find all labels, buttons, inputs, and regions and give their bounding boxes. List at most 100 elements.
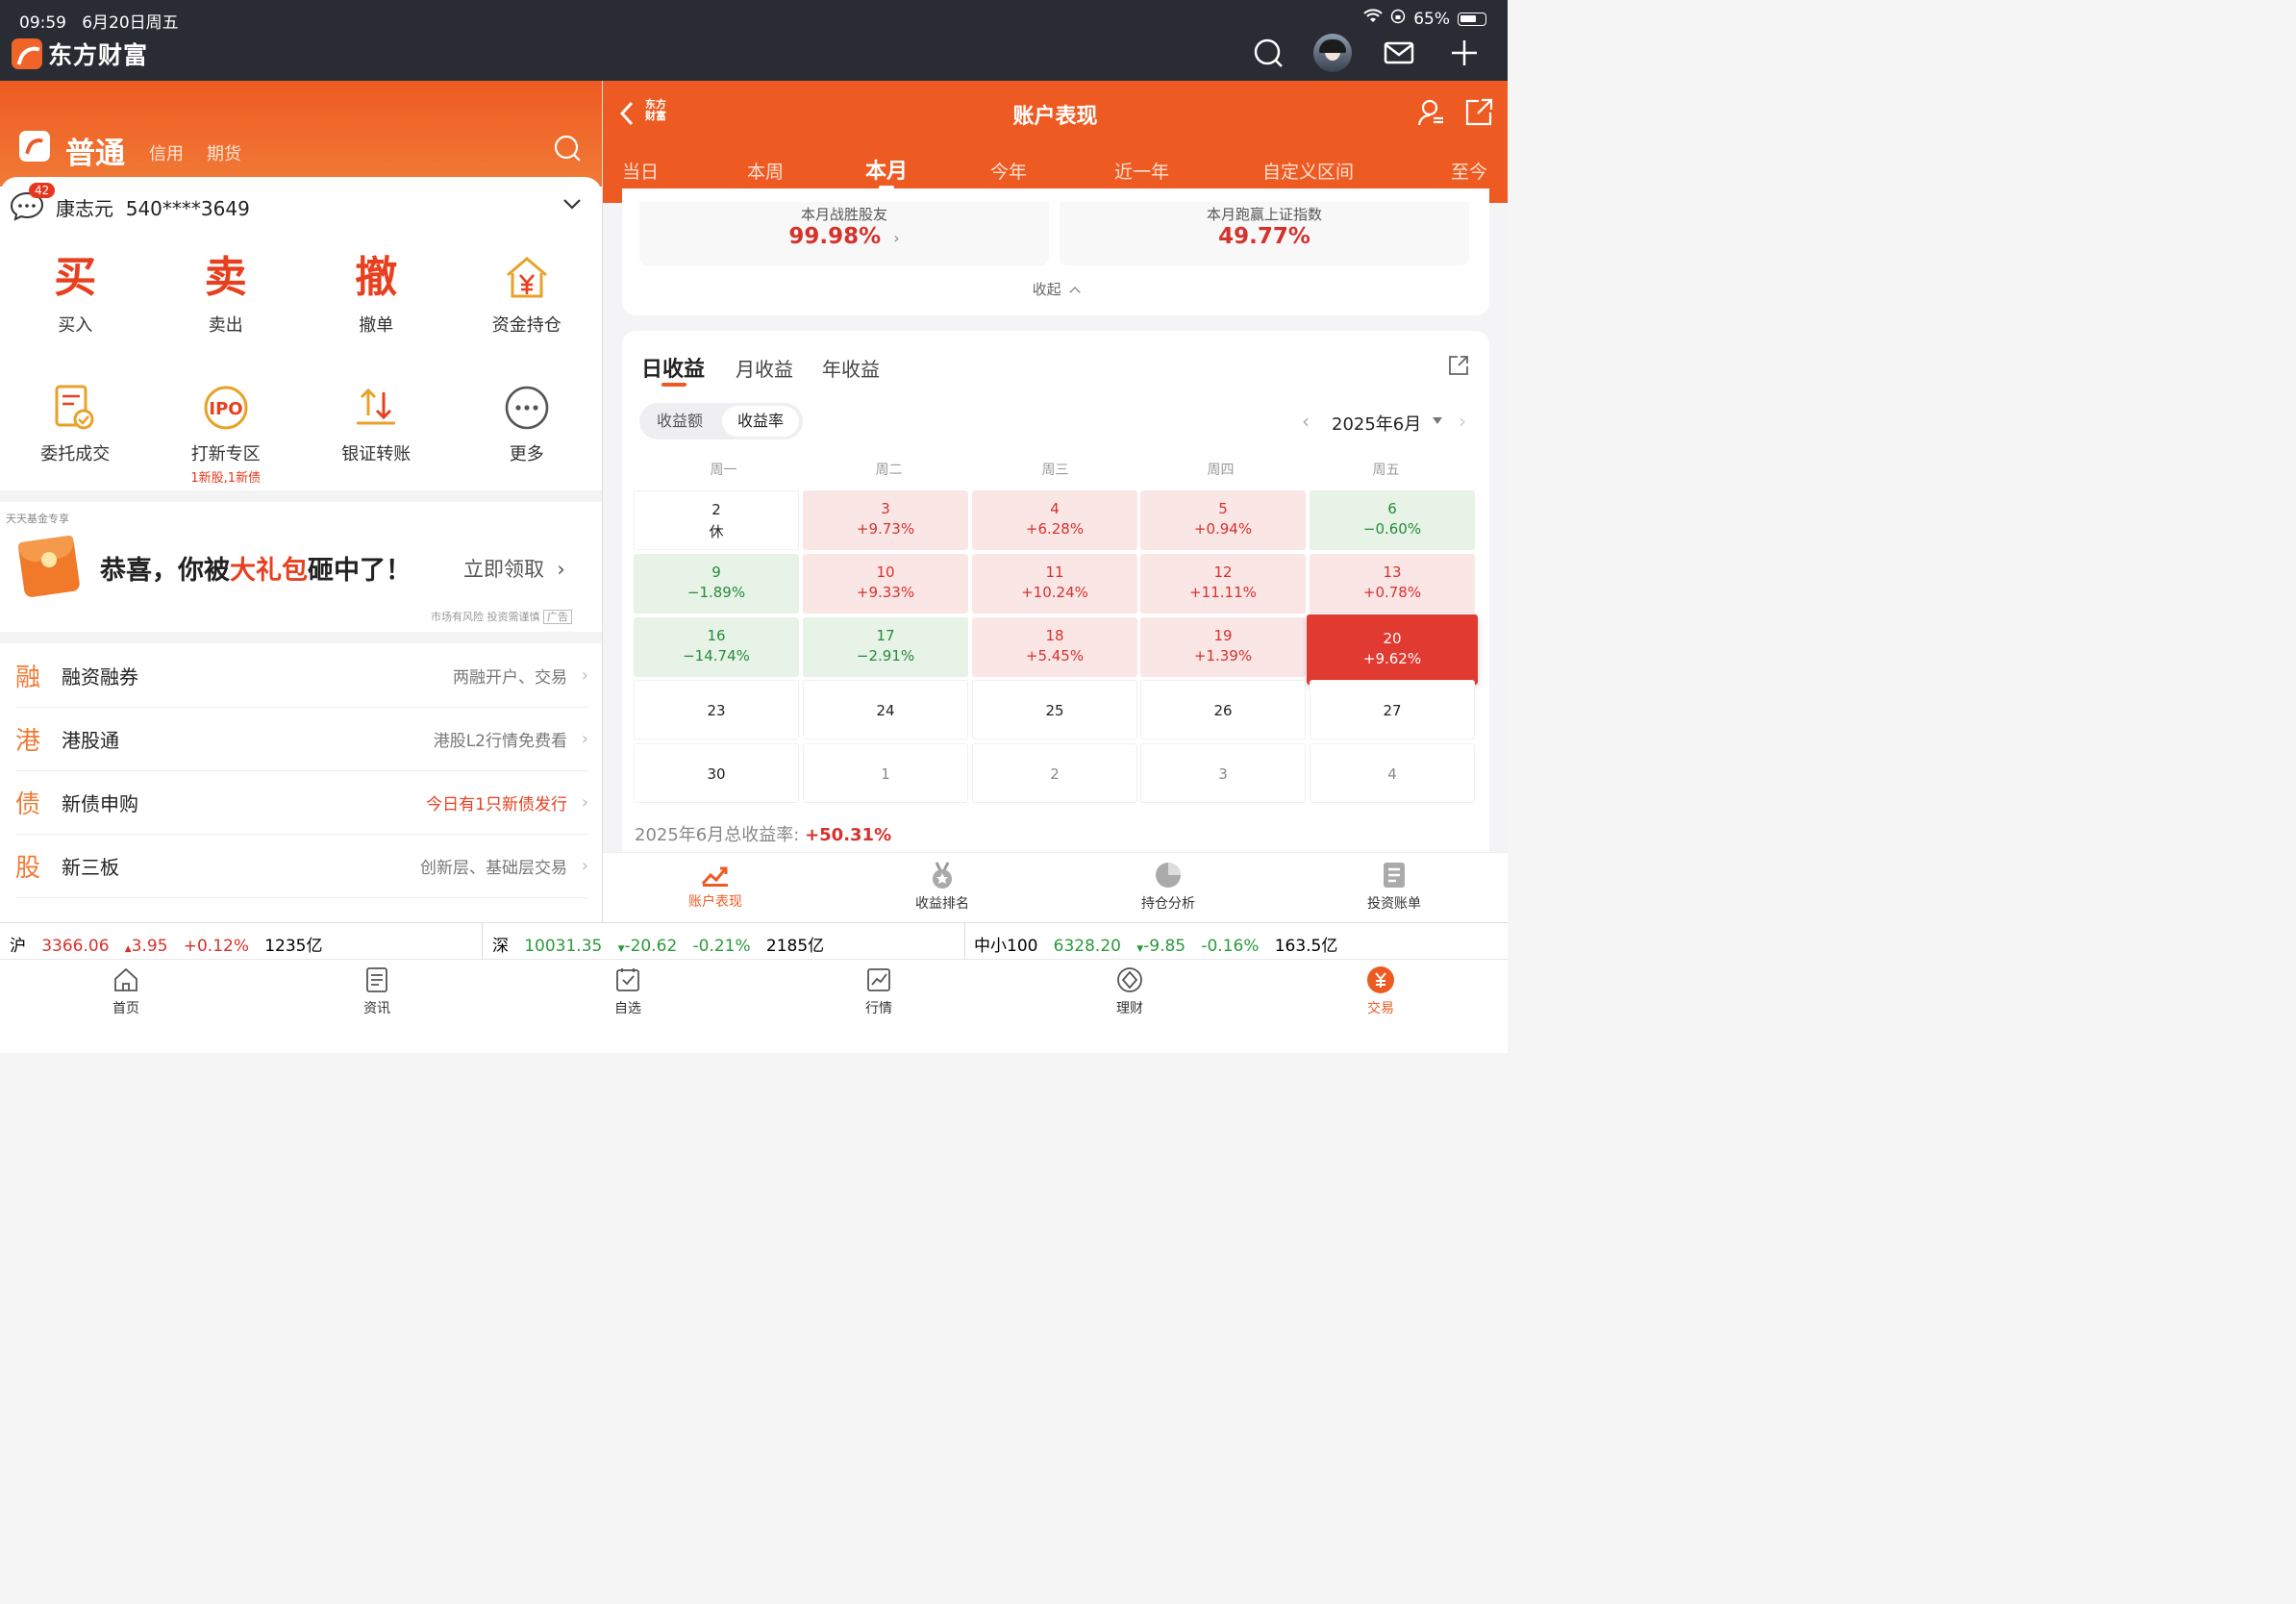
nav-market[interactable]: 行情: [826, 965, 932, 1017]
calendar-day[interactable]: 17 −2.91%: [803, 617, 968, 677]
tab-monthly-profit[interactable]: 月收益: [736, 354, 793, 382]
tab-normal[interactable]: 普通: [65, 129, 125, 172]
calendar-day[interactable]: 11 +10.24%: [972, 554, 1137, 614]
tab-yearly-profit[interactable]: 年收益: [822, 354, 880, 382]
wealth-icon: [1117, 967, 1142, 992]
list-item-new-bond[interactable]: 债 新债申购 今日有1只新债发行 ›: [15, 771, 588, 835]
list-item-hk-connect[interactable]: 港 港股通 港股L2行情免费看 ›: [15, 708, 588, 771]
calendar-day-number: 25: [1045, 702, 1064, 719]
page-title: 账户表现: [1012, 105, 1098, 129]
search-icon[interactable]: [1252, 37, 1285, 69]
chevron-right-icon: ›: [581, 856, 588, 876]
calendar-day[interactable]: 2休: [634, 490, 799, 550]
promo-banner[interactable]: 天天基金专享 恭喜，你被大礼包砸中了！ 立即领取 › 市场有风险 投资需谨慎 广…: [0, 502, 602, 632]
calendar-day[interactable]: 25: [972, 680, 1137, 739]
margin-icon: 融: [15, 664, 41, 692]
calendar-day[interactable]: 23: [634, 680, 799, 739]
ticker-sme100[interactable]: 中小100 6328.20 ▼-9.85 -0.16% 163.5亿: [974, 932, 1337, 956]
tab-this-month[interactable]: 本月: [865, 154, 908, 185]
dropdown-caret-icon[interactable]: [1433, 417, 1442, 424]
calendar-day-number: 27: [1383, 702, 1402, 719]
beat-peers-stat[interactable]: 本月战胜股友 99.98% ›: [639, 202, 1049, 265]
nav-home[interactable]: 首页: [73, 965, 179, 1017]
calendar-day[interactable]: 2: [972, 743, 1137, 803]
order-doc-icon: [0, 383, 151, 435]
calendar-day[interactable]: 3 +9.73%: [803, 490, 968, 550]
calendar-day[interactable]: 4: [1310, 743, 1475, 803]
svg-text:IPO: IPO: [209, 399, 242, 419]
tab-custom-range[interactable]: 自定义区间: [1262, 158, 1354, 184]
user-icon[interactable]: [1416, 97, 1447, 132]
calendar-day[interactable]: 19 +1.39%: [1140, 617, 1306, 677]
calendar-day[interactable]: 24: [803, 680, 968, 739]
ticker-sz[interactable]: 深 10031.35 ▼-20.62 -0.21% 2185亿: [492, 932, 824, 956]
calendar-day[interactable]: 13 +0.78%: [1310, 554, 1475, 614]
share-icon[interactable]: [1463, 97, 1494, 132]
nav-watchlist[interactable]: 自选: [575, 965, 681, 1017]
calendar-day[interactable]: 12 +11.11%: [1140, 554, 1306, 614]
more-icon: [452, 383, 603, 435]
calendar-day[interactable]: 26: [1140, 680, 1306, 739]
calendar-day[interactable]: 5 +0.94%: [1140, 490, 1306, 550]
chevron-right-icon: ›: [581, 729, 588, 749]
calendar-day[interactable]: 1: [803, 743, 968, 803]
mail-icon[interactable]: [1383, 37, 1415, 69]
calendar-day[interactable]: 20 +9.62%: [1307, 614, 1478, 685]
collapse-button[interactable]: 收起: [622, 279, 1489, 299]
add-icon[interactable]: [1448, 37, 1481, 69]
bank-transfer-button[interactable]: 银证转账: [301, 383, 452, 486]
calendar-day[interactable]: 4 +6.28%: [972, 490, 1137, 550]
tab-futures[interactable]: 期货: [207, 140, 241, 165]
calendar-day[interactable]: 16 −14.74%: [634, 617, 799, 677]
more-button[interactable]: 更多: [452, 383, 603, 486]
calendar-day[interactable]: 6 −0.60%: [1310, 490, 1475, 550]
list-item-neeq[interactable]: 股 新三板 创新层、基础层交易 ›: [15, 835, 588, 898]
weekday-wed: 周三: [1041, 463, 1069, 478]
beat-index-stat: 本月跑赢上证指数 49.77%: [1060, 202, 1469, 265]
tab-credit[interactable]: 信用: [149, 140, 184, 165]
tab-profit-ranking[interactable]: 收益排名: [885, 861, 1000, 913]
calendar-day[interactable]: 3: [1140, 743, 1306, 803]
calendar-day[interactable]: 18 +5.45%: [972, 617, 1137, 677]
cancel-order-button[interactable]: 撤 撤单: [301, 250, 452, 337]
nav-trade[interactable]: 交易: [1328, 965, 1434, 1017]
account-selector[interactable]: 42 康志元 540****3649: [0, 177, 602, 233]
list-item-margin-trading[interactable]: 融 融资融券 两融开户、交易 ›: [15, 644, 588, 708]
tab-position-analysis[interactable]: 持仓分析: [1111, 861, 1226, 913]
tab-last-year[interactable]: 近一年: [1114, 158, 1169, 184]
toggle-amount[interactable]: 收益额: [639, 403, 720, 439]
calendar-day[interactable]: 9 −1.89%: [634, 554, 799, 614]
next-month-icon[interactable]: ›: [1459, 410, 1466, 433]
tab-daily-profit[interactable]: 日收益: [641, 352, 705, 383]
buy-button[interactable]: 买 买入: [0, 250, 151, 337]
sell-button[interactable]: 卖 卖出: [151, 250, 302, 337]
promo-cta[interactable]: 立即领取 ›: [463, 554, 565, 583]
nav-news[interactable]: 资讯: [324, 965, 430, 1017]
ticker-sh[interactable]: 沪 3366.06 ▲3.95 +0.12% 1235亿: [10, 932, 322, 956]
prev-month-icon[interactable]: ‹: [1302, 410, 1310, 433]
orders-trades-button[interactable]: 委托成交: [0, 383, 151, 486]
calendar-day-number: 20: [1383, 630, 1402, 647]
news-icon: [366, 967, 387, 992]
tab-this-year[interactable]: 今年: [990, 158, 1027, 184]
tab-account-performance[interactable]: 账户表现: [658, 861, 773, 911]
tab-today[interactable]: 当日: [622, 158, 659, 184]
chevron-down-icon[interactable]: [562, 196, 583, 214]
month-selector[interactable]: 2025年6月: [1332, 411, 1421, 436]
ipo-zone-button[interactable]: IPO 打新专区 1新股,1新债: [151, 383, 302, 486]
export-icon[interactable]: [1447, 354, 1470, 381]
tab-this-week[interactable]: 本周: [747, 158, 784, 184]
calendar-day[interactable]: 30: [634, 743, 799, 803]
tab-to-date[interactable]: 至今: [1451, 158, 1487, 184]
calendar-day-value: 休: [709, 523, 724, 540]
search-icon[interactable]: [552, 133, 583, 167]
avatar[interactable]: [1313, 34, 1352, 72]
account-info: 康志元 540****3649: [56, 197, 250, 220]
nav-wealth[interactable]: 理财: [1077, 965, 1183, 1017]
funds-positions-button[interactable]: 资金持仓: [452, 250, 603, 337]
calendar-day[interactable]: 27: [1310, 680, 1475, 739]
toggle-rate[interactable]: 收益率: [722, 406, 799, 437]
app-name: 东方财富: [48, 41, 149, 69]
calendar-day[interactable]: 10 +9.33%: [803, 554, 968, 614]
tab-investment-statement[interactable]: 投资账单: [1336, 861, 1452, 913]
